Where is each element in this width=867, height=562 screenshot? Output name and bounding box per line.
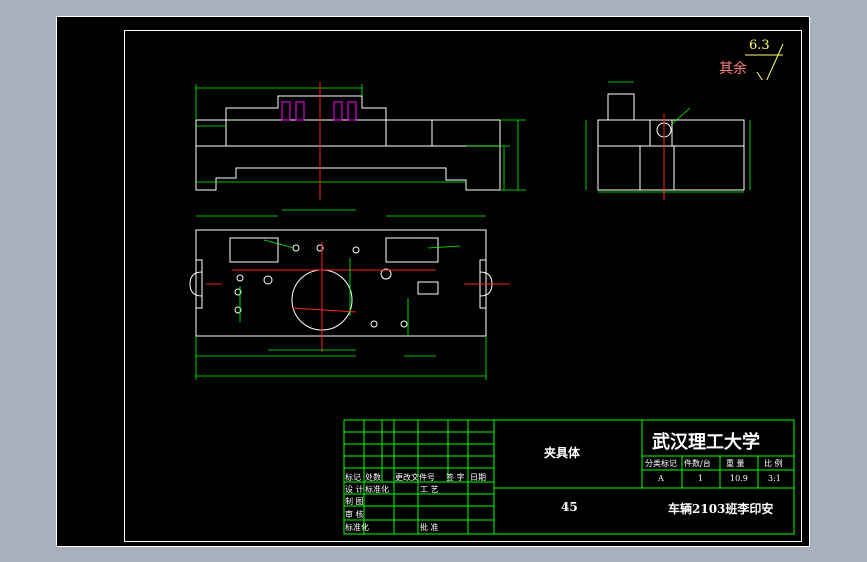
university-name: 武汉理工大学 [652, 432, 760, 453]
material: 45 [561, 500, 578, 514]
side-view-dims [585, 81, 751, 193]
drawing-label: 制 图 [345, 497, 364, 506]
roughness-check-icon [745, 43, 784, 80]
drawing-sheet: 6.3 其余 夹具体 武汉理工大学 45 车辆2103班李印安 分类标记 件数/… [56, 16, 810, 547]
part-name: 夹具体 [544, 446, 581, 460]
front-view-dims [195, 84, 526, 191]
standard-label: 标准化 [365, 485, 389, 494]
approve-label: 批 准 [420, 523, 439, 532]
scale-header: 比 例 [764, 459, 783, 468]
stage-mark-header: 分类标记 [645, 459, 677, 468]
count-value: 1 [698, 474, 704, 483]
row1-mark: 标记 [345, 473, 361, 482]
craft-label: 工 艺 [420, 485, 439, 494]
roughness-note: 6.3 其余 [711, 38, 801, 80]
row1-file: 更改文件号 [395, 473, 435, 482]
stage-mark-value: A [658, 474, 664, 483]
side-view [597, 93, 745, 191]
mass-header: 重 量 [726, 459, 745, 468]
designer-line: 车辆2103班李印安 [668, 502, 774, 516]
front-view-slots [281, 101, 357, 121]
row1-date: 日期 [470, 473, 486, 482]
row1-count: 处数 [365, 473, 381, 482]
scale-value: 3:1 [768, 474, 781, 483]
check-label: 审 核 [345, 510, 364, 519]
plan-view [189, 229, 493, 337]
normalization-label: 标准化 [345, 523, 369, 532]
count-header: 件数/台 [684, 459, 711, 468]
row1-sign: 签 字 [446, 473, 465, 482]
design-label: 设 计 [345, 485, 364, 494]
mass-value: 10.9 [730, 474, 748, 483]
